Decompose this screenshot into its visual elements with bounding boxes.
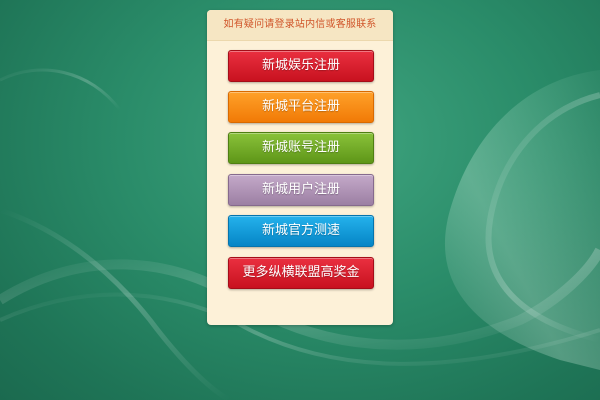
contact-notice: 如有疑问请登录站内信或客服联系	[207, 10, 393, 41]
register-links-panel: 如有疑问请登录站内信或客服联系 新城娱乐注册 新城平台注册 新城账号注册 新城用…	[207, 10, 393, 325]
account-register-button[interactable]: 新城账号注册	[228, 132, 374, 164]
official-speed-test-button[interactable]: 新城官方测速	[228, 215, 374, 247]
platform-register-button[interactable]: 新城平台注册	[228, 91, 374, 123]
page-background: 如有疑问请登录站内信或客服联系 新城娱乐注册 新城平台注册 新城账号注册 新城用…	[0, 0, 600, 400]
entertainment-register-button[interactable]: 新城娱乐注册	[228, 50, 374, 82]
more-alliance-bonus-button[interactable]: 更多纵横联盟高奖金	[228, 257, 374, 289]
user-register-button[interactable]: 新城用户注册	[228, 174, 374, 206]
